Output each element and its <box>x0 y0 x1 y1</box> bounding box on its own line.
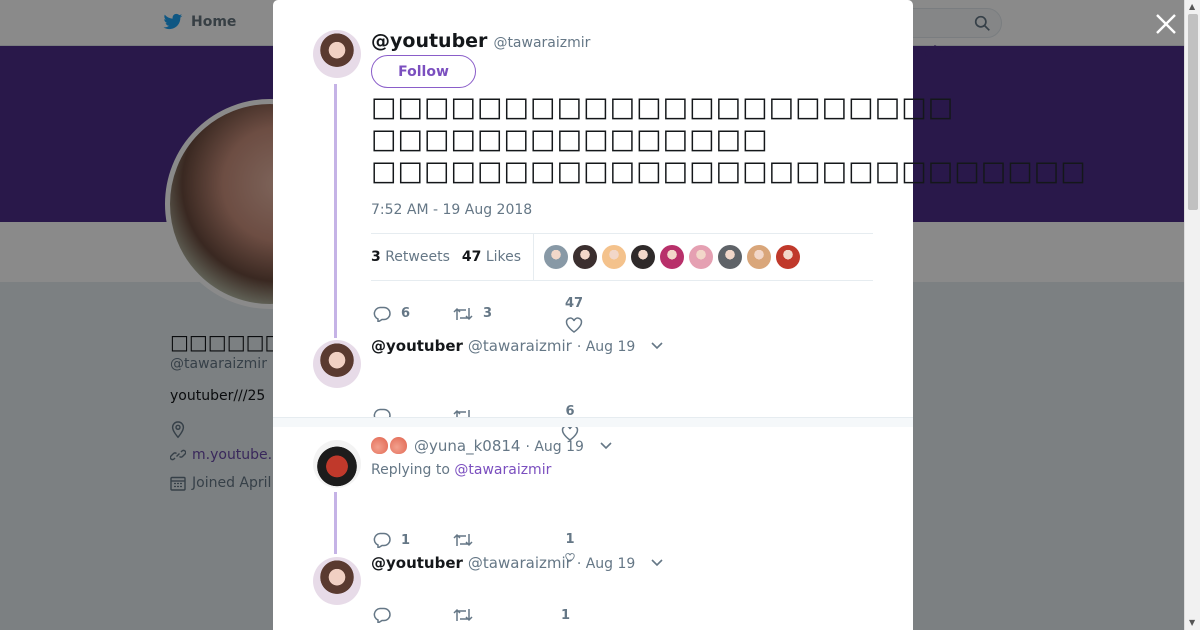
liker-avatar[interactable] <box>660 245 685 269</box>
heart-icon <box>565 317 583 333</box>
follow-button[interactable]: Follow <box>371 55 476 88</box>
tweet-text-line: □□□□□□□□□□□□□□□□□□□□□□ <box>371 92 955 123</box>
reply-handle[interactable]: @tawaraizmir <box>468 554 572 572</box>
likes-label: Likes <box>485 249 522 265</box>
scroll-down-arrow[interactable]: ▼ <box>1189 618 1195 627</box>
thread-line <box>334 492 337 554</box>
reply-count: 6 <box>401 306 411 321</box>
like-action[interactable]: 47 <box>565 296 583 333</box>
liker-avatar[interactable] <box>747 245 772 269</box>
stats-divider <box>533 234 535 280</box>
chevron-down-icon[interactable] <box>650 558 664 568</box>
retweet-action[interactable] <box>453 607 561 623</box>
tweet-stats: 3 Retweets 47 Likes <box>371 233 873 281</box>
reply-header: @youtuber @tawaraizmir · Aug 19 <box>371 337 664 355</box>
likes-stat[interactable]: 47 Likes <box>462 249 521 265</box>
reply-icon <box>373 306 391 322</box>
page-scrollbar[interactable]: ▲ ▼ <box>1184 0 1200 630</box>
reply-date[interactable]: · Aug 19 <box>577 556 636 572</box>
like-count: 1 <box>565 532 575 547</box>
scroll-thumb[interactable] <box>1188 14 1198 210</box>
tweet-text: □□□□□□□□□□□□□□□□□□□□□□ □□□□□□□□□□□□□□□ □… <box>371 92 1087 188</box>
tweet-text-line: □□□□□□□□□□□□□□□ <box>371 124 769 155</box>
liker-avatar[interactable] <box>776 245 801 269</box>
avatar[interactable] <box>313 30 361 78</box>
tweet-actions: 1 <box>373 607 570 623</box>
retweet-icon <box>453 307 473 320</box>
chevron-down-icon[interactable] <box>650 341 664 351</box>
retweet-icon <box>453 533 473 547</box>
tweet-actions: 6 3 47 <box>373 294 583 333</box>
likes-count: 47 <box>461 249 482 265</box>
like-count: 1 <box>561 607 571 623</box>
avatar[interactable] <box>313 440 361 488</box>
tweet-text-line: □□□□□□□□□□□□□□□□□□□□□□□□□□□ <box>371 156 1087 187</box>
tweet-timestamp[interactable]: 7:52 AM - 19 Aug 2018 <box>371 202 532 218</box>
liker-avatar[interactable] <box>631 245 656 269</box>
author-display-name[interactable]: @youtuber <box>371 30 487 52</box>
retweets-stat[interactable]: 3 Retweets <box>371 249 450 265</box>
reply-action[interactable]: 6 <box>373 306 453 322</box>
liker-avatar[interactable] <box>544 245 569 269</box>
replying-handle[interactable]: @tawaraizmir <box>454 462 551 478</box>
reply-handle[interactable]: @tawaraizmir <box>468 337 572 355</box>
reply-action[interactable]: 1 <box>373 532 453 548</box>
avatar[interactable] <box>313 557 361 605</box>
reply-icon <box>373 532 391 548</box>
retweet-action[interactable] <box>453 532 561 548</box>
reply-display-name[interactable]: @youtuber <box>371 554 463 572</box>
thread-separator <box>273 417 913 427</box>
liker-avatars <box>544 245 801 269</box>
author-handle[interactable]: @tawaraizmir <box>493 35 590 51</box>
scroll-up-arrow[interactable]: ▲ <box>1189 2 1195 11</box>
liker-avatar[interactable] <box>573 245 598 269</box>
reply-action[interactable] <box>373 607 453 623</box>
peach-emoji-name[interactable] <box>371 437 409 455</box>
chevron-down-icon[interactable] <box>599 441 613 451</box>
retweets-count: 3 <box>371 249 381 265</box>
reply-header: @youtuber @tawaraizmir · Aug 19 <box>371 554 664 572</box>
retweet-action[interactable]: 3 <box>453 306 565 322</box>
tweet-actions: 6 <box>373 390 579 441</box>
reply-display-name[interactable]: @youtuber <box>371 337 463 355</box>
retweet-count: 3 <box>483 306 493 321</box>
replying-prefix: Replying to <box>371 462 450 478</box>
peach-icon <box>390 437 407 454</box>
liker-avatar[interactable] <box>689 245 714 269</box>
liker-avatar[interactable] <box>602 245 627 269</box>
reply-icon <box>373 607 391 623</box>
thread-line <box>334 84 337 338</box>
reply-date[interactable]: · Aug 19 <box>525 439 584 455</box>
replying-to: Replying to @tawaraizmir <box>371 462 551 478</box>
liker-avatar[interactable] <box>718 245 743 269</box>
tweet-author[interactable]: @youtuber @tawaraizmir <box>371 30 590 52</box>
reply-count: 1 <box>401 532 411 548</box>
retweet-icon <box>453 608 473 622</box>
reply-date[interactable]: · Aug 19 <box>577 339 636 355</box>
like-action[interactable]: 1 <box>561 608 570 623</box>
reply-handle[interactable]: @yuna_k0814 <box>414 437 520 455</box>
close-icon[interactable] <box>1152 10 1180 38</box>
peach-icon <box>371 437 388 454</box>
avatar[interactable] <box>313 340 361 388</box>
retweets-label: Retweets <box>385 249 450 265</box>
like-count: 47 <box>565 296 584 311</box>
reply-header: @yuna_k0814 · Aug 19 <box>371 437 613 455</box>
